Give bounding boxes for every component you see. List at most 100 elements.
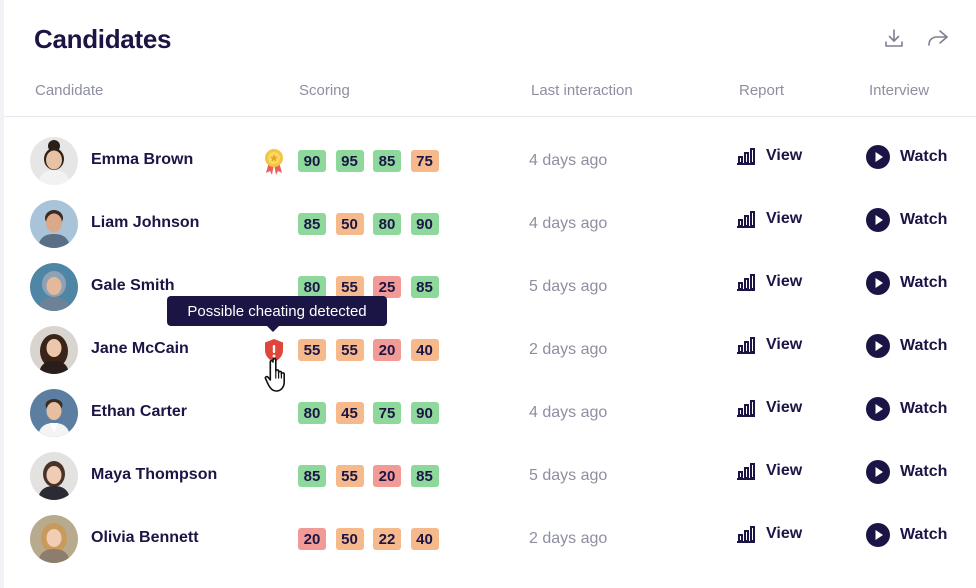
table-row: Gale Smith 80 55 25 85 5 days ago View W…: [0, 256, 976, 320]
header-divider: [4, 116, 976, 117]
score-badge: 75: [410, 150, 439, 172]
view-report-button[interactable]: View: [736, 210, 802, 228]
view-report-button[interactable]: View: [736, 336, 802, 354]
avatar: [30, 263, 78, 311]
avatar: [30, 389, 78, 437]
candidate-name[interactable]: Emma Brown: [91, 151, 193, 169]
cheating-tooltip: Possible cheating detected: [167, 296, 387, 332]
view-report-label: View: [766, 462, 803, 479]
bar-chart-icon: [737, 337, 755, 354]
bar-chart-icon: [737, 400, 755, 417]
score-badge: 55: [335, 276, 364, 298]
top-actions: [882, 26, 950, 50]
column-header-candidate: Candidate: [35, 82, 104, 99]
watch-interview-button[interactable]: Watch: [866, 334, 947, 358]
watch-interview-label: Watch: [900, 400, 948, 417]
award-ribbon-icon: [262, 148, 286, 176]
score-badge: 25: [373, 276, 401, 298]
watch-interview-label: Watch: [900, 211, 948, 228]
watch-interview-button[interactable]: Watch: [866, 523, 947, 547]
view-report-button[interactable]: View: [736, 147, 802, 165]
watch-interview-button[interactable]: Watch: [866, 271, 947, 295]
score-badge: 85: [373, 150, 401, 172]
avatar: [30, 515, 78, 563]
score-badge: 20: [298, 528, 326, 550]
play-icon: [866, 334, 890, 358]
last-interaction: 5 days ago: [529, 467, 608, 484]
watch-interview-label: Watch: [900, 463, 948, 480]
view-report-button[interactable]: View: [736, 525, 802, 543]
last-interaction: 4 days ago: [529, 152, 608, 169]
column-header-interview: Interview: [869, 82, 930, 99]
score-badge: 20: [373, 339, 401, 361]
avatar: [30, 452, 78, 500]
candidate-name[interactable]: Gale Smith: [91, 277, 175, 295]
score-badge: 22: [373, 528, 401, 550]
watch-interview-label: Watch: [900, 148, 948, 165]
view-report-label: View: [766, 399, 803, 416]
score-badge: 80: [298, 276, 326, 298]
last-interaction: 2 days ago: [529, 530, 608, 547]
view-report-label: View: [766, 147, 803, 164]
score-badge: 85: [410, 465, 439, 487]
play-icon: [866, 523, 890, 547]
bar-chart-icon: [737, 148, 755, 165]
watch-interview-label: Watch: [900, 274, 948, 291]
table-row: Jane McCain 55 55 20 40 2 days ago View …: [0, 319, 976, 383]
table-row: Olivia Bennett 20 50 22 40 2 days ago Vi…: [0, 508, 976, 572]
column-header-report: Report: [739, 82, 785, 99]
score-group: 80 45 75 90: [298, 402, 448, 424]
candidate-name[interactable]: Liam Johnson: [91, 214, 199, 232]
score-group: 85 50 80 90: [298, 213, 448, 235]
score-badge: 45: [335, 402, 364, 424]
view-report-button[interactable]: View: [736, 462, 802, 480]
play-icon: [866, 208, 890, 232]
score-badge: 55: [335, 465, 364, 487]
score-group: 90 95 85 75: [298, 150, 448, 172]
table-row: Maya Thompson 85 55 20 85 5 days ago Vie…: [0, 445, 976, 509]
bar-chart-icon: [737, 463, 755, 480]
watch-interview-button[interactable]: Watch: [866, 208, 947, 232]
view-report-button[interactable]: View: [736, 399, 802, 417]
score-badge: 50: [335, 213, 364, 235]
share-icon[interactable]: [926, 26, 950, 50]
candidate-name[interactable]: Ethan Carter: [91, 403, 187, 421]
candidate-name[interactable]: Jane McCain: [91, 340, 189, 358]
view-report-button[interactable]: View: [736, 273, 802, 291]
view-report-label: View: [766, 210, 803, 227]
play-icon: [866, 397, 890, 421]
table-row: Emma Brown 90 95 85 75 4 days ago View W…: [0, 130, 976, 194]
hand-cursor-icon: [262, 356, 298, 394]
table-row: Liam Johnson 85 50 80 90 4 days ago View…: [0, 193, 976, 257]
download-icon[interactable]: [882, 26, 906, 50]
score-badge: 95: [335, 150, 364, 172]
play-icon: [866, 271, 890, 295]
candidate-name[interactable]: Maya Thompson: [91, 466, 217, 484]
view-report-label: View: [766, 273, 803, 290]
play-icon: [866, 460, 890, 484]
bar-chart-icon: [737, 274, 755, 291]
view-report-label: View: [766, 525, 803, 542]
score-badge: 55: [298, 339, 326, 361]
score-badge: 75: [373, 402, 401, 424]
score-group: 80 55 25 85: [298, 276, 448, 298]
avatar: [30, 326, 78, 374]
score-badge: 40: [410, 528, 439, 550]
last-interaction: 4 days ago: [529, 404, 608, 421]
watch-interview-button[interactable]: Watch: [866, 145, 947, 169]
watch-interview-button[interactable]: Watch: [866, 460, 947, 484]
last-interaction: 2 days ago: [529, 341, 608, 358]
watch-interview-button[interactable]: Watch: [866, 397, 947, 421]
candidate-name[interactable]: Olivia Bennett: [91, 529, 199, 547]
score-badge: 20: [373, 465, 401, 487]
last-interaction: 4 days ago: [529, 215, 608, 232]
score-group: 55 55 20 40: [298, 339, 448, 361]
play-icon: [866, 145, 890, 169]
score-badge: 50: [335, 528, 364, 550]
last-interaction: 5 days ago: [529, 278, 608, 295]
bar-chart-icon: [737, 211, 755, 228]
score-badge: 90: [298, 150, 326, 172]
column-header-scoring: Scoring: [299, 82, 350, 99]
score-badge: 80: [298, 402, 326, 424]
view-report-label: View: [766, 336, 803, 353]
